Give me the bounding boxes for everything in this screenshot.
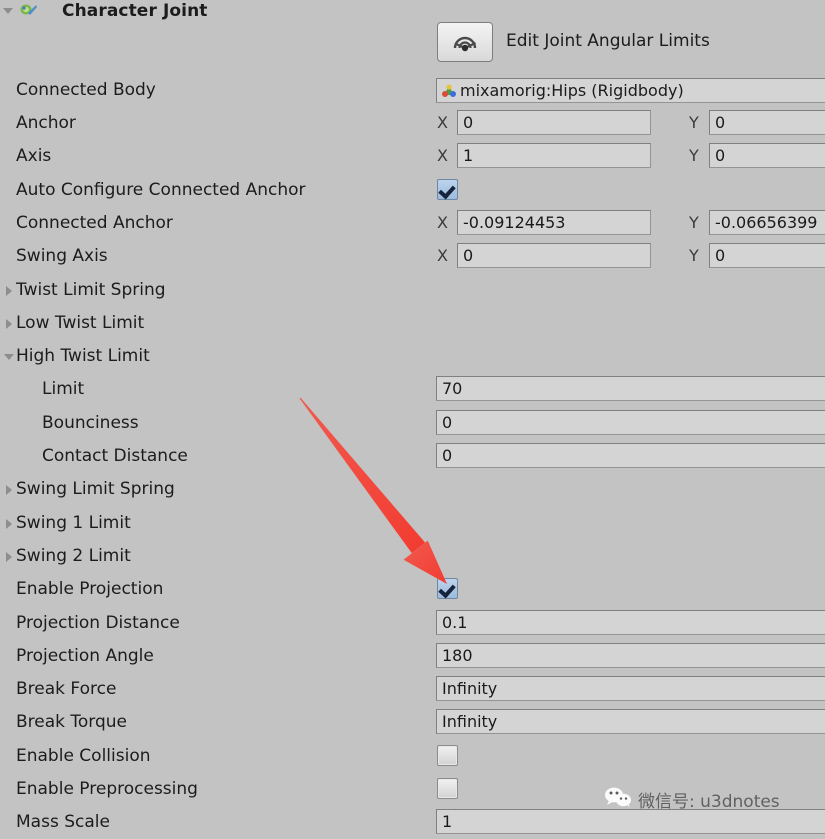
triangle-right-icon: [6, 285, 12, 296]
component-foldout-toggle[interactable]: [0, 0, 16, 22]
enable-projection-label: Enable Projection: [16, 579, 164, 600]
axis-x-input[interactable]: 1: [457, 143, 651, 169]
break-force-label: Break Force: [16, 679, 117, 700]
row-low-twist-limit: Low Twist Limit: [0, 307, 825, 340]
foldout-toggle-swing-1-limit[interactable]: [3, 518, 15, 530]
wechat-icon: [604, 786, 632, 812]
row-bounciness: Bounciness 0: [0, 407, 825, 440]
axis-y-axis-tag: Y: [689, 146, 699, 166]
anchor-y-axis-tag: Y: [689, 113, 699, 132]
connected-anchor-x-input[interactable]: -0.09124453: [457, 209, 651, 235]
row-anchor: Anchor X 0 Y 0: [0, 107, 825, 140]
row-swing-1-limit: Swing 1 Limit: [0, 507, 825, 540]
projection-distance-label: Projection Distance: [16, 612, 180, 633]
enable-projection-checkbox[interactable]: [437, 578, 458, 600]
swing-axis-y-axis-tag: Y: [689, 246, 699, 266]
triangle-down-icon: [3, 8, 13, 14]
swing-axis-y-input[interactable]: 0: [709, 243, 825, 269]
row-swing-2-limit: Swing 2 Limit: [0, 540, 825, 573]
bounciness-label: Bounciness: [42, 412, 139, 433]
component-title: Character Joint: [62, 1, 208, 21]
connected-body-object-field[interactable]: mixamorig:Hips (Rigidbody): [436, 78, 825, 103]
anchor-y-input[interactable]: 0: [709, 110, 825, 135]
swing-1-limit-label: Swing 1 Limit: [16, 512, 131, 533]
enable-collision-checkbox[interactable]: [437, 744, 458, 766]
rigidbody-icon: [440, 82, 458, 100]
projection-distance-input[interactable]: 0.1: [436, 609, 825, 635]
joint-angular-limits-icon: [450, 27, 480, 57]
row-twist-limit-spring: Twist Limit Spring: [0, 274, 825, 307]
high-twist-limit-label: High Twist Limit: [16, 346, 150, 367]
anchor-x-axis-tag: X: [437, 113, 448, 132]
triangle-right-icon: [6, 551, 12, 562]
foldout-toggle-twist-limit-spring[interactable]: [3, 285, 15, 297]
row-enable-projection: Enable Projection: [0, 573, 825, 606]
bounciness-input[interactable]: 0: [436, 409, 825, 435]
row-break-torque: Break Torque Infinity: [0, 706, 825, 739]
triangle-right-icon: [6, 518, 12, 529]
character-joint-inspector: Character Joint Edit Joint Angular Limit…: [0, 0, 825, 837]
triangle-down-icon: [4, 354, 14, 361]
swing-axis-x-input[interactable]: 0: [457, 243, 651, 269]
enable-preprocessing-checkbox[interactable]: [437, 778, 458, 799]
triangle-right-icon: [6, 318, 12, 329]
swing-axis-label: Swing Axis: [16, 246, 108, 267]
row-auto-configure-connected-anchor: Auto Configure Connected Anchor: [0, 174, 825, 207]
row-projection-distance: Projection Distance 0.1: [0, 607, 825, 640]
enable-collision-label: Enable Collision: [16, 745, 151, 766]
row-break-force: Break Force Infinity: [0, 673, 825, 706]
mass-scale-input[interactable]: 1: [436, 809, 825, 835]
break-torque-input[interactable]: Infinity: [436, 709, 825, 735]
row-limit: Limit 70: [0, 373, 825, 406]
row-high-twist-limit: High Twist Limit: [0, 340, 825, 373]
watermark-text: 微信号: u3dnotes: [638, 791, 780, 812]
contact-distance-label: Contact Distance: [42, 446, 188, 466]
triangle-right-icon: [6, 485, 12, 496]
break-force-input[interactable]: Infinity: [436, 676, 825, 702]
foldout-toggle-high-twist-limit[interactable]: [3, 351, 15, 363]
projection-angle-label: Projection Angle: [16, 645, 154, 666]
auto-configure-connected-anchor-label: Auto Configure Connected Anchor: [16, 179, 306, 200]
axis-x-axis-tag: X: [437, 146, 448, 166]
axis-label: Axis: [16, 146, 52, 167]
foldout-toggle-swing-2-limit[interactable]: [3, 551, 15, 563]
watermark: 微信号: u3dnotes: [604, 786, 780, 812]
low-twist-limit-label: Low Twist Limit: [16, 312, 145, 333]
mass-scale-label: Mass Scale: [16, 812, 110, 833]
row-projection-angle: Projection Angle 180: [0, 640, 825, 673]
projection-angle-input[interactable]: 180: [436, 642, 825, 668]
break-torque-label: Break Torque: [16, 712, 128, 733]
swing-2-limit-label: Swing 2 Limit: [16, 545, 131, 566]
foldout-toggle-low-twist-limit[interactable]: [3, 318, 15, 330]
anchor-label: Anchor: [16, 113, 76, 133]
axis-y-input[interactable]: 0: [709, 143, 825, 169]
edit-joint-angular-limits-label: Edit Joint Angular Limits: [506, 31, 710, 51]
swing-limit-spring-label: Swing Limit Spring: [16, 479, 175, 500]
connected-anchor-label: Connected Anchor: [16, 212, 173, 233]
character-joint-icon: [18, 1, 40, 21]
row-swing-limit-spring: Swing Limit Spring: [0, 473, 825, 506]
auto-configure-connected-anchor-checkbox[interactable]: [437, 178, 458, 200]
connected-body-value: mixamorig:Hips (Rigidbody): [460, 81, 684, 100]
connected-body-label: Connected Body: [16, 80, 156, 100]
limit-label: Limit: [42, 379, 85, 400]
edit-joint-angular-limits-button[interactable]: [437, 22, 493, 62]
enable-preprocessing-label: Enable Preprocessing: [16, 779, 198, 799]
connected-anchor-x-axis-tag: X: [437, 212, 448, 232]
limit-input[interactable]: 70: [436, 376, 825, 402]
row-swing-axis: Swing Axis X 0 Y 0: [0, 240, 825, 273]
row-contact-distance: Contact Distance 0: [0, 440, 825, 473]
row-connected-anchor: Connected Anchor X -0.09124453 Y -0.06656399: [0, 207, 825, 240]
row-axis: Axis X 1 Y 0: [0, 140, 825, 173]
row-enable-collision: Enable Collision: [0, 740, 825, 773]
twist-limit-spring-label: Twist Limit Spring: [16, 279, 166, 300]
foldout-toggle-swing-limit-spring[interactable]: [3, 484, 15, 496]
contact-distance-input[interactable]: 0: [436, 443, 825, 468]
connected-anchor-y-axis-tag: Y: [689, 212, 699, 232]
anchor-x-input[interactable]: 0: [457, 110, 651, 135]
swing-axis-x-axis-tag: X: [437, 246, 448, 266]
connected-anchor-y-input[interactable]: -0.06656399: [709, 209, 825, 235]
component-header[interactable]: Character Joint: [0, 0, 825, 22]
